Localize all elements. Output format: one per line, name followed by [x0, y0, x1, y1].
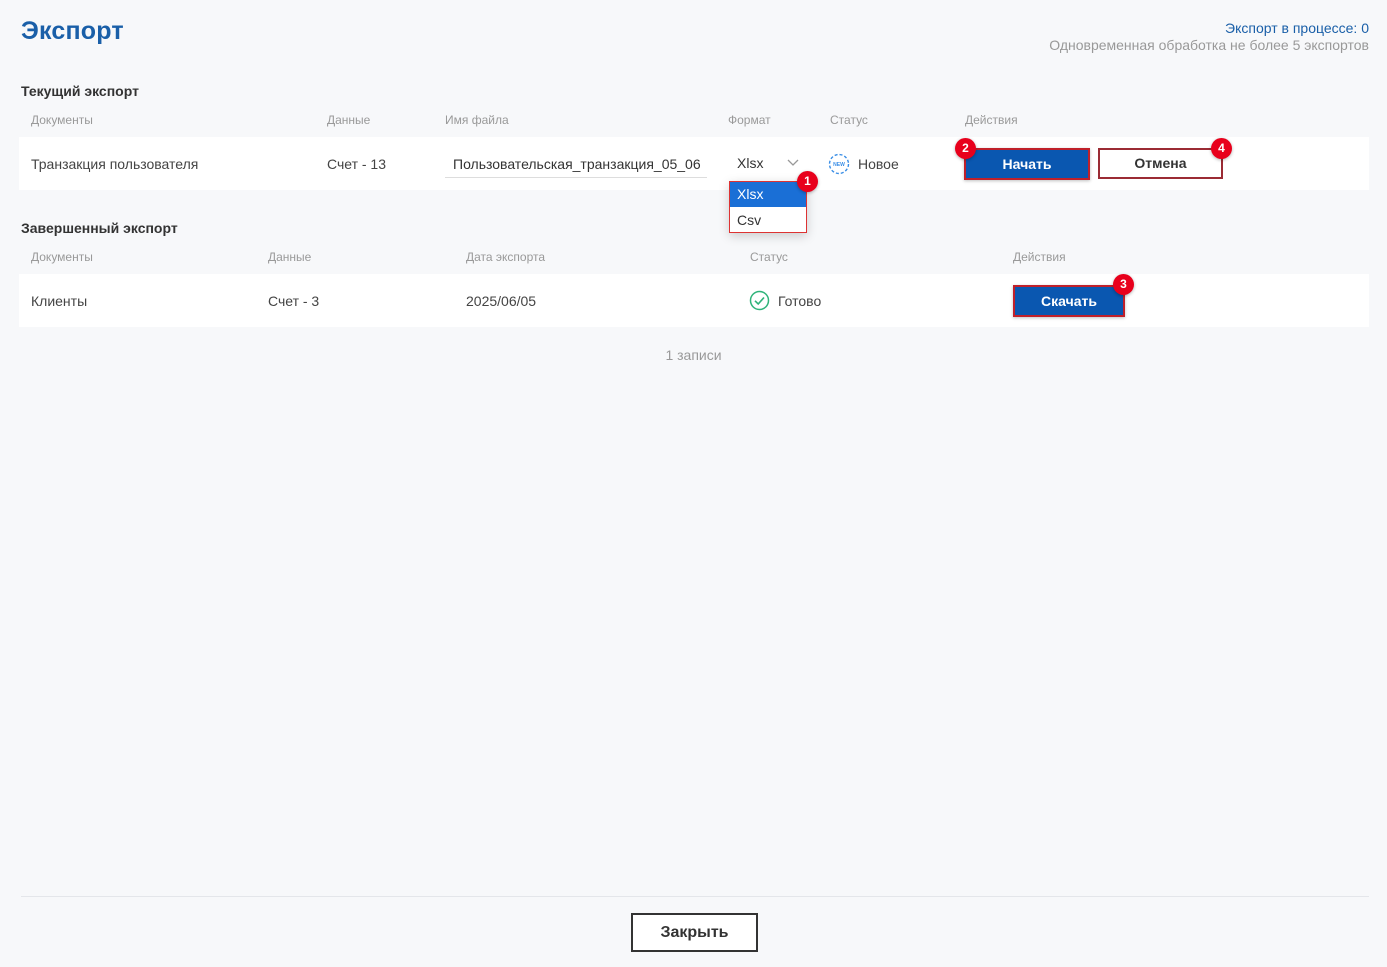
step-badge-3: 3: [1113, 274, 1134, 295]
start-button[interactable]: Начать: [964, 148, 1090, 180]
current-status: Новое: [858, 156, 899, 172]
format-select-value: Xlsx: [737, 155, 764, 171]
step-badge-1: 1: [797, 171, 818, 192]
new-status-icon-text: NEW: [833, 162, 845, 168]
step-badge-4: 4: [1211, 138, 1232, 159]
format-option-xlsx[interactable]: Xlsx: [730, 182, 806, 207]
close-button[interactable]: Закрыть: [631, 913, 758, 952]
concurrency-note: Одновременная обработка не более 5 экспо…: [1049, 37, 1369, 53]
completed-export-date: 2025/06/05: [466, 293, 537, 309]
current-export-title: Текущий экспорт: [21, 83, 139, 99]
col-head-status: Статус: [830, 113, 868, 127]
current-data: Счет - 13: [327, 156, 386, 172]
completed-data: Счет - 3: [268, 293, 320, 309]
col-head-actions: Действия: [965, 113, 1018, 127]
col-head-status-completed: Статус: [750, 250, 788, 264]
col-head-filename: Имя файла: [445, 113, 509, 127]
completed-export-title: Завершенный экспорт: [21, 220, 178, 236]
col-head-format: Формат: [728, 113, 771, 127]
col-head-actions-completed: Действия: [1013, 250, 1066, 264]
col-head-documents: Документы: [31, 113, 93, 127]
step-badge-2: 2: [955, 138, 976, 159]
download-button[interactable]: Скачать: [1013, 285, 1125, 317]
format-select[interactable]: Xlsx: [730, 150, 808, 176]
format-option-csv[interactable]: Csv: [730, 208, 806, 233]
col-head-data: Данные: [327, 113, 371, 127]
page-title: Экспорт: [21, 17, 124, 45]
col-head-documents-completed: Документы: [31, 250, 93, 264]
records-count: 1 записи: [665, 347, 722, 363]
export-in-progress-counter: Экспорт в процессе: 0: [1225, 20, 1369, 36]
table-row: [19, 274, 1369, 327]
col-head-data-completed: Данные: [268, 250, 312, 264]
new-status-icon: NEW: [828, 153, 850, 175]
footer-divider: [21, 896, 1369, 897]
format-dropdown-menu: Xlsx Csv: [729, 181, 807, 233]
completed-document: Клиенты: [31, 293, 88, 309]
col-head-export-date: Дата экспорта: [466, 250, 546, 264]
filename-input[interactable]: [445, 150, 707, 178]
cancel-button[interactable]: Отмена: [1098, 148, 1223, 179]
completed-status: Готово: [778, 293, 822, 309]
check-circle-icon: [749, 290, 770, 311]
current-document: Транзакция пользователя: [31, 156, 199, 172]
chevron-down-icon: [787, 159, 799, 166]
